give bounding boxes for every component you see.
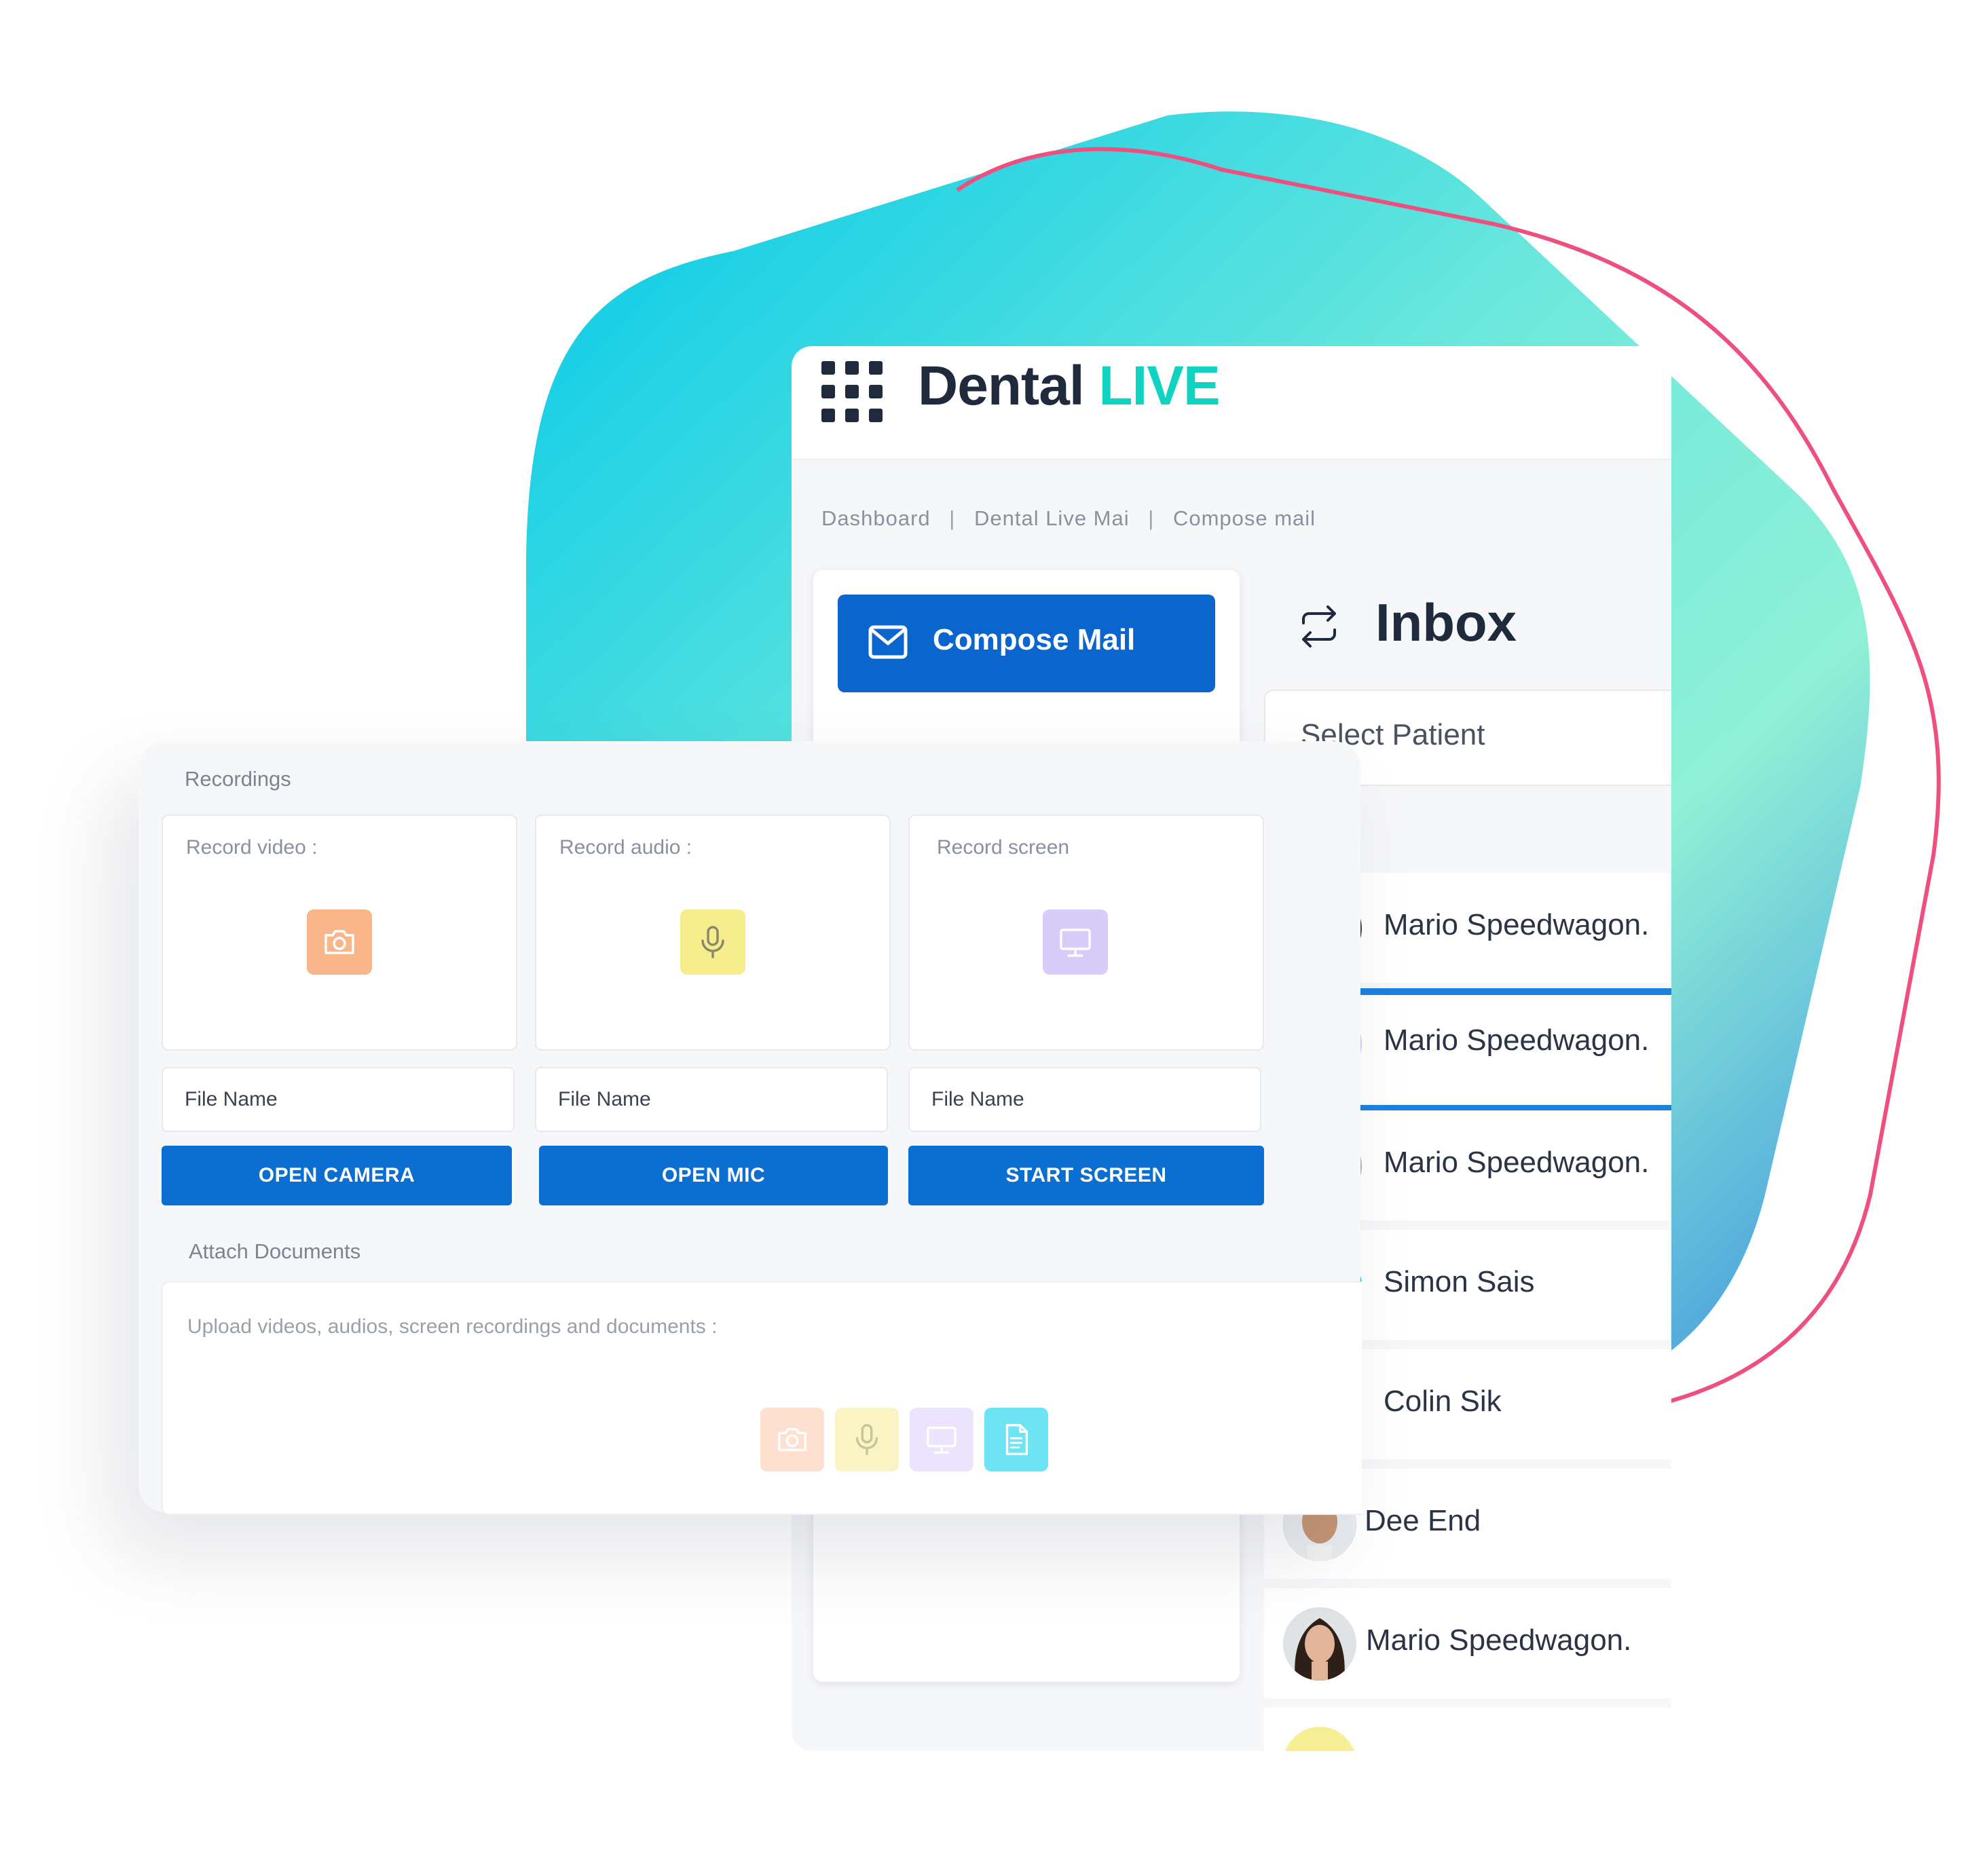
upload-microphone-icon[interactable] xyxy=(835,1408,899,1471)
video-file-name-input[interactable] xyxy=(162,1067,515,1132)
record-video-card: Record video : xyxy=(162,814,517,1051)
patient-name: Mario Speedwagon. xyxy=(1384,1024,1650,1057)
inbox-title: Inbox xyxy=(1375,593,1517,652)
patient-name: Mario Speedwagon. xyxy=(1384,908,1650,941)
logo-text-dental: Dental xyxy=(918,355,1085,417)
open-camera-button[interactable]: OPEN CAMERA xyxy=(162,1146,512,1205)
upload-instructions: Upload videos, audios, screen recordings… xyxy=(187,1315,718,1338)
record-screen-card: Record screen xyxy=(908,814,1264,1051)
patient-list-item[interactable] xyxy=(1264,1708,1671,1751)
upload-camera-icon[interactable] xyxy=(760,1408,824,1471)
compose-mail-label: Compose Mail xyxy=(933,623,1136,656)
upload-monitor-icon[interactable] xyxy=(910,1408,973,1471)
open-mic-button[interactable]: OPEN MIC xyxy=(539,1146,888,1205)
breadcrumb-compose-mail: Compose mail xyxy=(1172,506,1316,530)
avatar xyxy=(1283,1607,1356,1681)
compose-mail-button[interactable]: Compose Mail xyxy=(838,595,1215,692)
audio-file-name-input[interactable] xyxy=(535,1067,888,1132)
screen-file-name-input[interactable] xyxy=(908,1067,1261,1132)
patient-list-item[interactable]: Mario Speedwagon. xyxy=(1264,1588,1671,1698)
avatar xyxy=(1283,1727,1356,1751)
monitor-icon[interactable] xyxy=(1043,909,1108,975)
start-screen-button[interactable]: START SCREEN xyxy=(908,1146,1264,1205)
record-video-label: Record video : xyxy=(186,836,318,859)
microphone-icon[interactable] xyxy=(680,909,745,975)
record-screen-label: Record screen xyxy=(937,836,1070,859)
breadcrumb-dashboard[interactable]: Dashboard xyxy=(821,506,931,530)
recordings-section-label: Recordings xyxy=(185,767,291,791)
breadcrumb: Dashboard | Dental Live Mai | Compose ma… xyxy=(821,506,1316,531)
app-logo: Dental LIVE xyxy=(918,354,1221,418)
upload-document-icon[interactable] xyxy=(984,1408,1048,1471)
patient-name: Mario Speedwagon. xyxy=(1384,1146,1650,1179)
patient-name: Mario Speedwagon. xyxy=(1366,1624,1632,1657)
upload-area[interactable]: Upload videos, audios, screen recordings… xyxy=(162,1281,1362,1515)
record-audio-label: Record audio : xyxy=(559,836,692,859)
breadcrumb-separator: | xyxy=(949,506,956,530)
breadcrumb-separator: | xyxy=(1148,506,1155,530)
breadcrumb-dental-live-mail[interactable]: Dental Live Mai xyxy=(974,506,1130,530)
record-audio-card: Record audio : xyxy=(535,814,891,1051)
attach-documents-label: Attach Documents xyxy=(189,1239,361,1263)
patient-name: Simon Sais xyxy=(1384,1265,1535,1298)
apps-grid-icon[interactable] xyxy=(821,361,883,422)
app-header: Dental LIVE xyxy=(792,346,1671,460)
patient-name: Dee End xyxy=(1365,1504,1481,1537)
recordings-panel: Recordings Record video : Record audio :… xyxy=(138,741,1362,1515)
camera-icon[interactable] xyxy=(307,909,372,975)
patient-name: Colin Sik xyxy=(1384,1385,1502,1418)
logo-text-live: LIVE xyxy=(1098,355,1220,417)
refresh-icon[interactable] xyxy=(1295,603,1343,650)
mail-icon xyxy=(868,625,908,659)
